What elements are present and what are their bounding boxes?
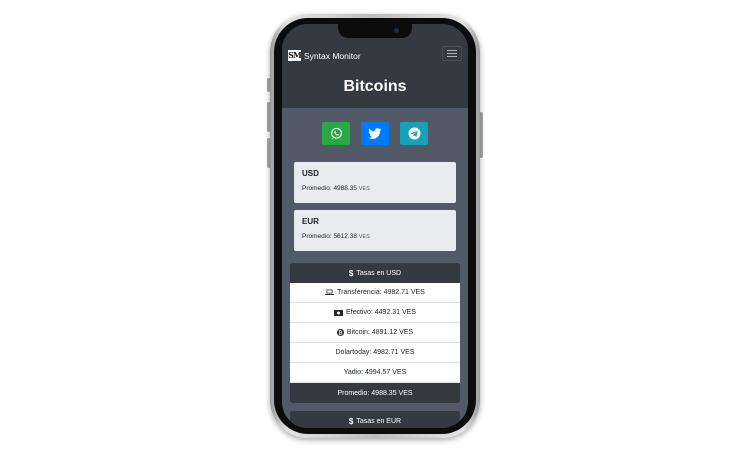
average-label: Promedio: xyxy=(302,185,332,192)
usd-rates-title: Tasas en USD xyxy=(356,269,402,277)
rate-row: Transferencia: 4982.71 VES xyxy=(290,283,460,303)
rate-row: Efectivo: 4492.31 VES xyxy=(290,303,460,323)
navbar-brand[interactable]: SM Syntax Monitor xyxy=(288,50,361,61)
rate-row: Dolartoday: 4982.71 VES xyxy=(290,343,460,363)
currency-card-usd: USD Promedio: 4988.35 VES xyxy=(294,162,456,203)
usd-rates-footer: Promedio: 4988.35 VES xyxy=(290,383,460,403)
svg-text:₿: ₿ xyxy=(338,329,342,336)
laptop-icon xyxy=(325,289,335,296)
currency-average: Promedio: 5612.38 VES xyxy=(302,233,448,240)
hamburger-icon[interactable] xyxy=(442,46,462,61)
rate-row: ₿ Bitcoin: 4891.12 VES xyxy=(290,323,460,343)
eur-rates-title: Tasas en EUR xyxy=(356,417,402,425)
telegram-icon xyxy=(408,127,420,140)
page-header: Bitcoins xyxy=(282,66,468,108)
currency-code: EUR xyxy=(302,217,319,226)
bitcoin-icon: ₿ xyxy=(336,329,344,336)
currency-code: USD xyxy=(302,169,319,178)
whatsapp-share-button[interactable] xyxy=(322,122,350,145)
usd-rates-average: Promedio: 4988.35 VES xyxy=(337,389,413,397)
average-unit: VES xyxy=(358,186,370,192)
average-unit: VES xyxy=(358,234,370,240)
rate-text: Yadio: 4994.57 VES xyxy=(343,369,407,376)
twitter-icon xyxy=(368,127,382,139)
average-value: 4988.35 xyxy=(333,185,357,192)
brand-logo: SM xyxy=(288,50,302,61)
page-title: Bitcoins xyxy=(343,78,407,95)
cash-icon xyxy=(333,309,343,316)
currency-average: Promedio: 4988.35 VES xyxy=(302,185,448,192)
share-buttons xyxy=(282,122,468,145)
dollar-icon: $ xyxy=(348,416,354,426)
front-camera xyxy=(394,28,399,33)
twitter-share-button[interactable] xyxy=(361,122,389,145)
phone-notch xyxy=(338,24,412,38)
rate-row: Yadio: 4994.57 VES xyxy=(290,363,460,383)
currency-card-eur: EUR Promedio: 5612.38 VES xyxy=(294,210,456,251)
average-label: Promedio: xyxy=(302,233,332,240)
dollar-icon: $ xyxy=(348,268,354,278)
rate-text: Bitcoin: 4891.12 VES xyxy=(346,329,414,336)
average-value: 5612.38 xyxy=(333,233,357,240)
telegram-share-button[interactable] xyxy=(400,122,428,145)
usd-rates-card: $ Tasas en USD Transferencia: 4982.71 VE… xyxy=(290,263,460,403)
rate-text: Transferencia: 4982.71 VES xyxy=(337,289,425,296)
eur-rates-header: $ Tasas en EUR xyxy=(290,411,460,428)
rate-text: Dolartoday: 4982.71 VES xyxy=(335,349,415,356)
usd-rates-header: $ Tasas en USD xyxy=(290,263,460,283)
whatsapp-icon xyxy=(330,127,342,139)
rate-text: Efectivo: 4492.31 VES xyxy=(345,309,417,316)
brand-name: Syntax Monitor xyxy=(304,50,361,61)
phone-screen: SM Syntax Monitor Bitcoins USD Promedio:… xyxy=(282,24,468,428)
